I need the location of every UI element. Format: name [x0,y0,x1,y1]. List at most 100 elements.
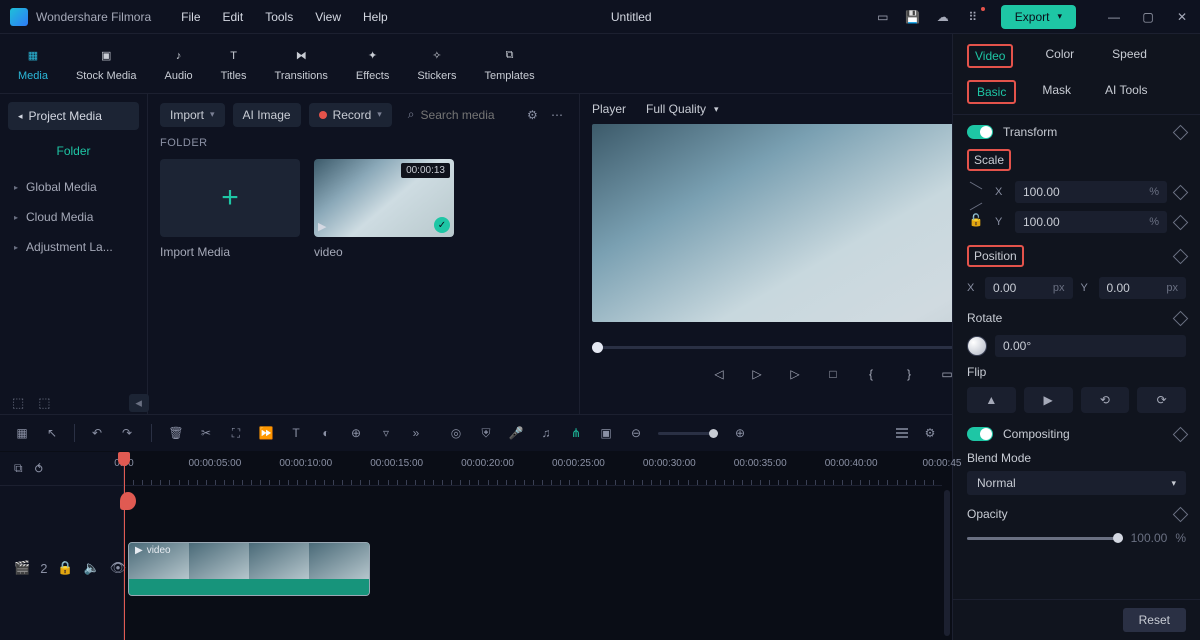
transform-toggle[interactable] [967,125,993,139]
monitor-icon[interactable]: ▭ [875,9,891,25]
scale-x-input[interactable]: 100.00% [1015,181,1167,203]
tab-audio[interactable]: ♪Audio [165,46,193,82]
timeline-link-icon[interactable]: ⥀ [35,462,43,476]
mic-icon[interactable]: 🎤 [508,426,524,440]
scale-y-input[interactable]: 100.00% [1015,211,1167,233]
keyframe-icon[interactable] [1173,124,1189,140]
keyframe-icon[interactable] [1173,426,1189,442]
more-icon[interactable]: ⋯ [551,108,567,122]
settings-icon[interactable]: ⚙ [922,426,938,440]
sidebar-item-global-media[interactable]: ▸Global Media [8,172,139,202]
zoom-slider[interactable] [658,432,718,435]
new-bin-icon[interactable]: ⬚ [38,395,50,411]
undo-icon[interactable]: ↶ [89,426,105,440]
tab-stickers[interactable]: ✧Stickers [417,46,456,82]
reset-button[interactable]: Reset [1123,608,1186,632]
flip-vertical-button[interactable]: ▶ [1024,387,1073,413]
inspector-tab-color[interactable]: Color [1039,44,1080,68]
sidebar-item-adjustment-layer[interactable]: ▸Adjustment La... [8,232,139,262]
track-mute-icon[interactable]: 🔈 [84,560,100,576]
inspector-subtab-mask[interactable]: Mask [1034,80,1079,104]
zoom-in-icon[interactable]: ⊕ [732,426,748,440]
timeline-ruler[interactable]: 0:0000:00:05:0000:00:10:0000:00:15:0000:… [124,452,942,486]
stop-icon[interactable]: □ [824,367,842,381]
import-media-tile[interactable]: + Import Media [160,159,300,259]
marker-icon[interactable]: ▿ [378,426,394,440]
menu-tools[interactable]: Tools [265,10,293,24]
inspector-tab-speed[interactable]: Speed [1106,44,1153,68]
tab-stock-media[interactable]: ▣Stock Media [76,46,137,82]
delete-icon[interactable]: 🗑 [168,426,184,440]
inspector-subtab-aitools[interactable]: AI Tools [1097,80,1155,104]
filter-icon[interactable]: ⚙ [527,108,543,122]
record-dropdown[interactable]: Record▾ [309,103,392,127]
cloud-icon[interactable]: ☁ [935,9,951,25]
tab-effects[interactable]: ✦Effects [356,46,389,82]
link-icon[interactable]: ⊕ [348,426,364,440]
timeline-clip[interactable]: ▶video [128,542,370,596]
menu-help[interactable]: Help [363,10,388,24]
keyframe-icon[interactable] [1173,214,1189,230]
tab-templates[interactable]: ⧉Templates [484,46,534,82]
shield-icon[interactable]: ⛨ [478,426,494,441]
import-dropdown[interactable]: Import▾ [160,103,225,127]
new-folder-icon[interactable]: ⬚ [12,395,24,411]
project-media-button[interactable]: ◂ Project Media [8,102,139,130]
search-input[interactable] [421,108,511,122]
tab-media[interactable]: ▦Media [18,46,48,82]
keyframe-icon[interactable] [1173,506,1189,522]
compositing-toggle[interactable] [967,427,993,441]
menu-edit[interactable]: Edit [223,10,244,24]
sidebar-item-cloud-media[interactable]: ▸Cloud Media [8,202,139,232]
lock-icon[interactable]: 🔓 [969,213,984,227]
collapse-sidebar-button[interactable]: ◂ [129,394,149,412]
maximize-icon[interactable]: ▢ [1140,9,1156,25]
speed-icon[interactable]: ⏩ [258,426,274,440]
cut-icon[interactable]: ✂ [198,426,214,440]
save-icon[interactable]: 💾 [905,9,921,25]
tab-titles[interactable]: TTitles [221,46,247,82]
apps-icon[interactable]: ⠿ [965,9,981,25]
search-field[interactable]: ⌕ [400,102,519,127]
rotate-knob[interactable] [967,336,987,356]
inspector-tab-video[interactable]: Video [967,44,1013,68]
flip-horizontal-button[interactable]: ▲ [967,387,1016,413]
magnet-icon[interactable]: ⋔ [568,426,584,440]
track-view-icon[interactable] [896,428,908,438]
color-icon[interactable]: ◐ [318,426,334,440]
ai-image-button[interactable]: AI Image [233,103,301,127]
opacity-slider[interactable] [967,537,1123,540]
mark-in-icon[interactable]: { [862,367,880,381]
text-icon[interactable]: T [288,426,304,440]
tab-transitions[interactable]: ⧓Transitions [275,46,328,82]
select-tool-icon[interactable]: ▦ [14,426,30,440]
marker[interactable] [120,492,136,510]
quality-dropdown[interactable]: Full Quality▾ [646,102,719,116]
track-video-icon[interactable]: 🎬 [14,560,30,576]
keyframe-icon[interactable] [1173,248,1189,264]
rotate-left-button[interactable]: ⟲ [1081,387,1130,413]
timeline-layers-icon[interactable]: ⧉ [14,461,23,476]
inspector-subtab-basic[interactable]: Basic [967,80,1016,104]
play-forward-icon[interactable]: ▷ [786,367,804,381]
close-icon[interactable]: ✕ [1174,9,1190,25]
keyframe-icon[interactable] [1173,184,1189,200]
position-y-input[interactable]: 0.00px [1099,277,1187,299]
mark-out-icon[interactable]: } [900,367,918,381]
position-x-input[interactable]: 0.00px [985,277,1073,299]
media-tile-video[interactable]: 00:00:13 ▶ ✓ video [314,159,454,259]
rotate-right-button[interactable]: ⟳ [1137,387,1186,413]
folder-tab[interactable]: Folder [8,144,139,158]
cursor-tool-icon[interactable]: ↖ [44,426,60,440]
music-icon[interactable]: ♫ [538,426,554,440]
more-tools-icon[interactable]: » [408,426,424,440]
crop-icon[interactable]: ⛶ [228,426,244,441]
rotate-input[interactable]: 0.00° [995,335,1186,357]
playhead[interactable] [124,452,125,640]
zoom-out-icon[interactable]: ⊖ [628,426,644,440]
redo-icon[interactable]: ↷ [119,426,135,440]
minimize-icon[interactable]: — [1106,9,1122,25]
frame-icon[interactable]: ▣ [598,426,614,440]
prev-frame-icon[interactable]: ◁ [710,367,728,381]
blend-mode-select[interactable]: Normal ▾ [967,471,1186,495]
